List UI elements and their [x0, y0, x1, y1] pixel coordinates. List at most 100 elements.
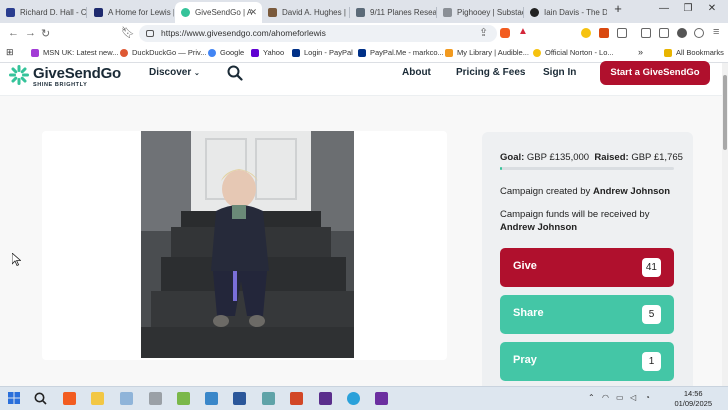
- app-icon[interactable]: [375, 392, 388, 405]
- search-icon[interactable]: [227, 65, 243, 81]
- word-icon[interactable]: [233, 392, 246, 405]
- taskbar-search-icon[interactable]: [34, 392, 47, 405]
- nav-pricing[interactable]: Pricing & Fees: [456, 67, 525, 78]
- logo-tagline: SHINE BRIGHTLY: [33, 82, 88, 88]
- site-info-icon[interactable]: [146, 30, 154, 37]
- extension-icon[interactable]: [599, 28, 609, 38]
- address-toolbar: ← → ↻ 🔖︎ https://www.givesendgo.com/ahom…: [0, 23, 728, 44]
- brave-shields-icon[interactable]: [500, 28, 510, 38]
- forward-arrow-icon[interactable]: →: [25, 27, 36, 39]
- campaign-content: Goal: GBP £135,000 Raised: GBP £1,765 Ca…: [0, 96, 722, 392]
- close-window-icon[interactable]: ✕: [704, 3, 720, 14]
- bookmark-duckduckgo[interactable]: DuckDuckGo — Priv...: [120, 48, 206, 57]
- more-bookmarks-icon[interactable]: »: [638, 47, 643, 57]
- scrollbar-thumb[interactable]: [723, 75, 727, 150]
- brave-rewards-icon[interactable]: ▲: [518, 26, 528, 37]
- norton-extension-icon[interactable]: [581, 28, 591, 38]
- campaign-recipient: Campaign funds will be received by Andrew…: [500, 209, 650, 233]
- recipient-name[interactable]: Andrew Johnson: [500, 222, 577, 233]
- bookmark-audible[interactable]: My Library | Audible...: [445, 48, 529, 57]
- bookmark-yahoo[interactable]: Yahoo: [251, 48, 284, 57]
- tab-title: Pighooey | Substac: [457, 8, 523, 17]
- extensions-puzzle-icon[interactable]: [617, 28, 627, 38]
- clock-date: 01/09/2025: [674, 399, 712, 408]
- volume-icon[interactable]: ◁: [630, 393, 636, 402]
- campaign-creator: Campaign created by Andrew Johnson: [500, 186, 671, 197]
- raised-value: GBP £1,765: [631, 152, 683, 163]
- pray-count: 1: [642, 352, 661, 371]
- app-icon[interactable]: [319, 392, 332, 405]
- bookmark-norton[interactable]: Official Norton - Lo...: [533, 48, 614, 57]
- app-icon[interactable]: [177, 392, 190, 405]
- windows-start-icon[interactable]: [8, 392, 20, 404]
- url-field[interactable]: https://www.givesendgo.com/ahomeforlewis: [139, 25, 497, 42]
- google-icon: [208, 48, 216, 57]
- share-icon[interactable]: ⇪: [479, 26, 488, 39]
- share-button[interactable]: Share 5: [500, 295, 674, 334]
- tab-givesendgo[interactable]: GiveSendGo | A ✕: [175, 2, 262, 23]
- photos-icon[interactable]: [205, 392, 218, 405]
- vpn-icon[interactable]: [677, 28, 687, 38]
- tab-richard-hall[interactable]: Richard D. Hall - Co: [0, 2, 86, 23]
- new-tab-button[interactable]: +: [610, 1, 626, 16]
- give-label: Give: [513, 260, 537, 272]
- funding-progress-bar: [500, 167, 674, 170]
- creator-name[interactable]: Andrew Johnson: [593, 186, 670, 197]
- tab-title: David A. Hughes | S: [282, 8, 348, 17]
- bookmark-icon[interactable]: 🔖︎: [121, 26, 135, 39]
- sidebar-icon[interactable]: [641, 28, 651, 38]
- bookmark-google[interactable]: Google: [208, 48, 244, 57]
- tab-favicon-icon: [268, 8, 277, 17]
- nav-about[interactable]: About: [402, 67, 431, 78]
- tab-title: GiveSendGo | A: [195, 8, 253, 17]
- minimize-icon[interactable]: —: [656, 3, 672, 14]
- wifi-icon[interactable]: ◠: [602, 393, 609, 402]
- site-header: GiveSendGo SHINE BRIGHTLY Discover ⌄ Abo…: [0, 61, 722, 96]
- apps-grid-icon[interactable]: ⊞: [6, 47, 14, 58]
- tab-favicon-icon: [181, 8, 190, 17]
- nav-discover[interactable]: Discover ⌄: [149, 67, 200, 78]
- raised-label: Raised:: [594, 152, 629, 163]
- tab-title: Iain Davis - The Dis: [544, 8, 607, 17]
- child-on-steps-image: [141, 131, 354, 358]
- tab-home-for-lewis[interactable]: A Home for Lewis |: [88, 2, 174, 23]
- campaign-photo[interactable]: [141, 131, 354, 358]
- duckduckgo-icon: [120, 48, 128, 57]
- all-bookmarks-folder[interactable]: All Bookmarks: [664, 48, 724, 57]
- page-scrollbar[interactable]: [722, 63, 728, 386]
- tab-favicon-icon: [443, 8, 452, 17]
- nav-signin[interactable]: Sign In: [543, 67, 576, 78]
- restore-icon[interactable]: ❐: [680, 3, 696, 14]
- tab-911-planes[interactable]: 9/11 Planes Resea: [350, 2, 436, 23]
- audible-icon: [445, 48, 453, 57]
- start-givesendgo-button[interactable]: Start a GiveSendGo: [600, 61, 710, 85]
- pray-button[interactable]: Pray 1: [500, 342, 674, 381]
- app-icon[interactable]: [149, 392, 162, 405]
- tray-chevron-icon[interactable]: ⌃: [588, 393, 595, 402]
- powerpoint-icon[interactable]: [290, 392, 303, 405]
- telegram-icon[interactable]: [347, 392, 360, 405]
- back-arrow-icon[interactable]: ←: [8, 27, 19, 39]
- yahoo-icon: [251, 48, 259, 57]
- app-icon[interactable]: [120, 392, 133, 405]
- bookmark-paypal-login[interactable]: Login - PayPal: [292, 48, 353, 57]
- close-tab-icon[interactable]: ✕: [249, 7, 257, 18]
- tab-iain-davis[interactable]: Iain Davis - The Dis: [524, 2, 607, 23]
- file-explorer-icon[interactable]: [91, 392, 104, 405]
- brave-taskbar-icon[interactable]: [63, 392, 76, 405]
- folder-icon: [664, 48, 672, 57]
- profile-icon[interactable]: [694, 28, 704, 38]
- tab-david-hughes[interactable]: David A. Hughes | S: [262, 2, 348, 23]
- system-clock[interactable]: 14:56 01/09/2025: [674, 389, 712, 409]
- network-icon[interactable]: ◔: [645, 393, 650, 402]
- share-label: Share: [513, 307, 544, 319]
- bookmark-paypal-me[interactable]: PayPal.Me - markco...: [358, 48, 444, 57]
- menu-icon[interactable]: ≡: [713, 26, 719, 38]
- bookmark-msn[interactable]: MSN UK: Latest new...: [31, 48, 118, 57]
- tab-pighooey[interactable]: Pighooey | Substac: [437, 2, 523, 23]
- wallet-icon[interactable]: [659, 28, 669, 38]
- app-icon[interactable]: [262, 392, 275, 405]
- battery-icon[interactable]: ▭: [616, 393, 624, 402]
- reload-icon[interactable]: ↻: [41, 27, 50, 40]
- give-button[interactable]: Give 41: [500, 248, 674, 287]
